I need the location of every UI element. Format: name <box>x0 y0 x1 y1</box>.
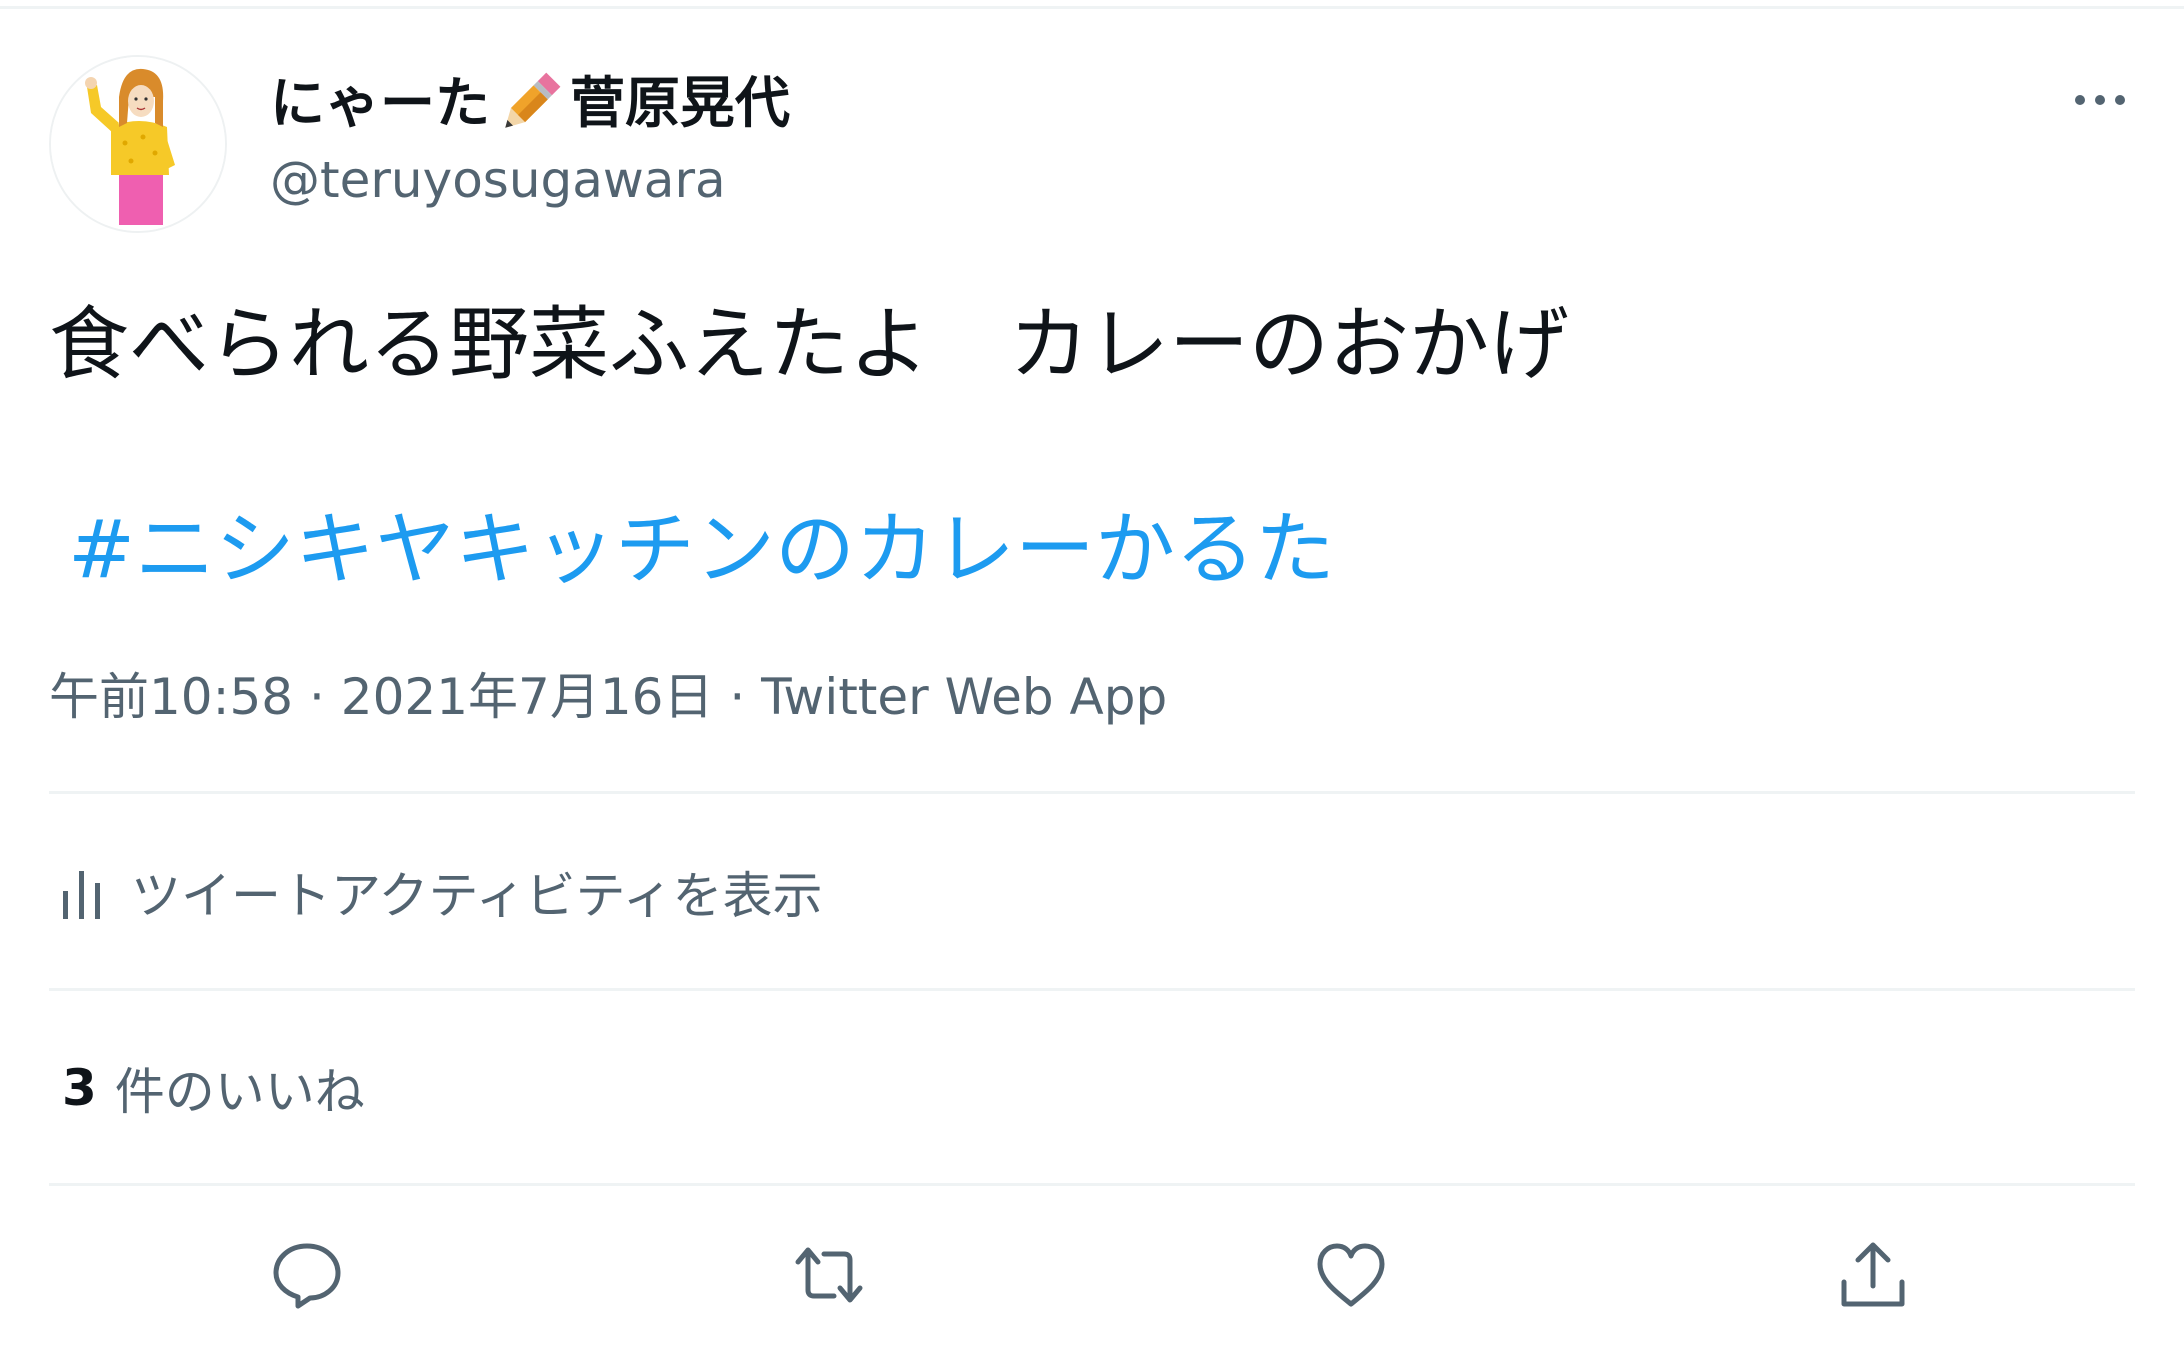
top-border <box>0 6 2184 9</box>
divider <box>49 1183 2135 1186</box>
display-name-suffix: 菅原晃代 <box>570 71 791 135</box>
tweet-source[interactable]: Twitter Web App <box>761 668 1167 726</box>
likes-count: 3 <box>62 1059 97 1117</box>
likes-label: 件のいいね <box>114 1063 365 1121</box>
divider <box>49 988 2135 991</box>
retweet-icon <box>795 1247 863 1303</box>
author-display-name[interactable]: にゃーた 菅原晃代 <box>270 66 790 140</box>
tweet-date[interactable]: 2021年7月16日 <box>341 668 714 726</box>
display-name-prefix: にゃーた <box>270 71 491 135</box>
retweet-button[interactable] <box>784 1230 874 1320</box>
meta-separator: · <box>293 668 341 726</box>
more-horizontal-icon <box>2075 95 2125 105</box>
avatar-illustration <box>51 57 225 231</box>
reply-button[interactable] <box>262 1230 352 1320</box>
likes-link[interactable]: 3 件のいいね <box>62 1048 365 1128</box>
hashtag-link[interactable]: #ニシキヤキッチンのカレーかるた <box>68 500 1335 600</box>
meta-separator: · <box>713 668 762 726</box>
pencil-icon <box>492 66 568 140</box>
author-handle[interactable]: @teruyosugawara <box>270 150 726 210</box>
activity-label: ツイートアクティビティを表示 <box>131 867 823 925</box>
heart-icon <box>1317 1243 1385 1307</box>
avatar[interactable] <box>49 55 227 233</box>
tweet-meta: 午前10:58 · 2021年7月16日 · Twitter Web App <box>49 662 1167 732</box>
reply-icon <box>273 1243 341 1309</box>
tweet-time[interactable]: 午前10:58 <box>49 668 293 726</box>
like-button[interactable] <box>1306 1230 1396 1320</box>
more-options-button[interactable] <box>2060 70 2140 130</box>
tweet-activity-link[interactable]: ツイートアクティビティを表示 <box>49 850 823 934</box>
divider <box>49 791 2135 794</box>
share-icon <box>1841 1242 1905 1307</box>
stats-icon <box>63 871 100 919</box>
share-button[interactable] <box>1828 1230 1918 1320</box>
tweet-text: 食べられる野菜ふえたよ カレーのおかげ <box>49 298 1569 391</box>
